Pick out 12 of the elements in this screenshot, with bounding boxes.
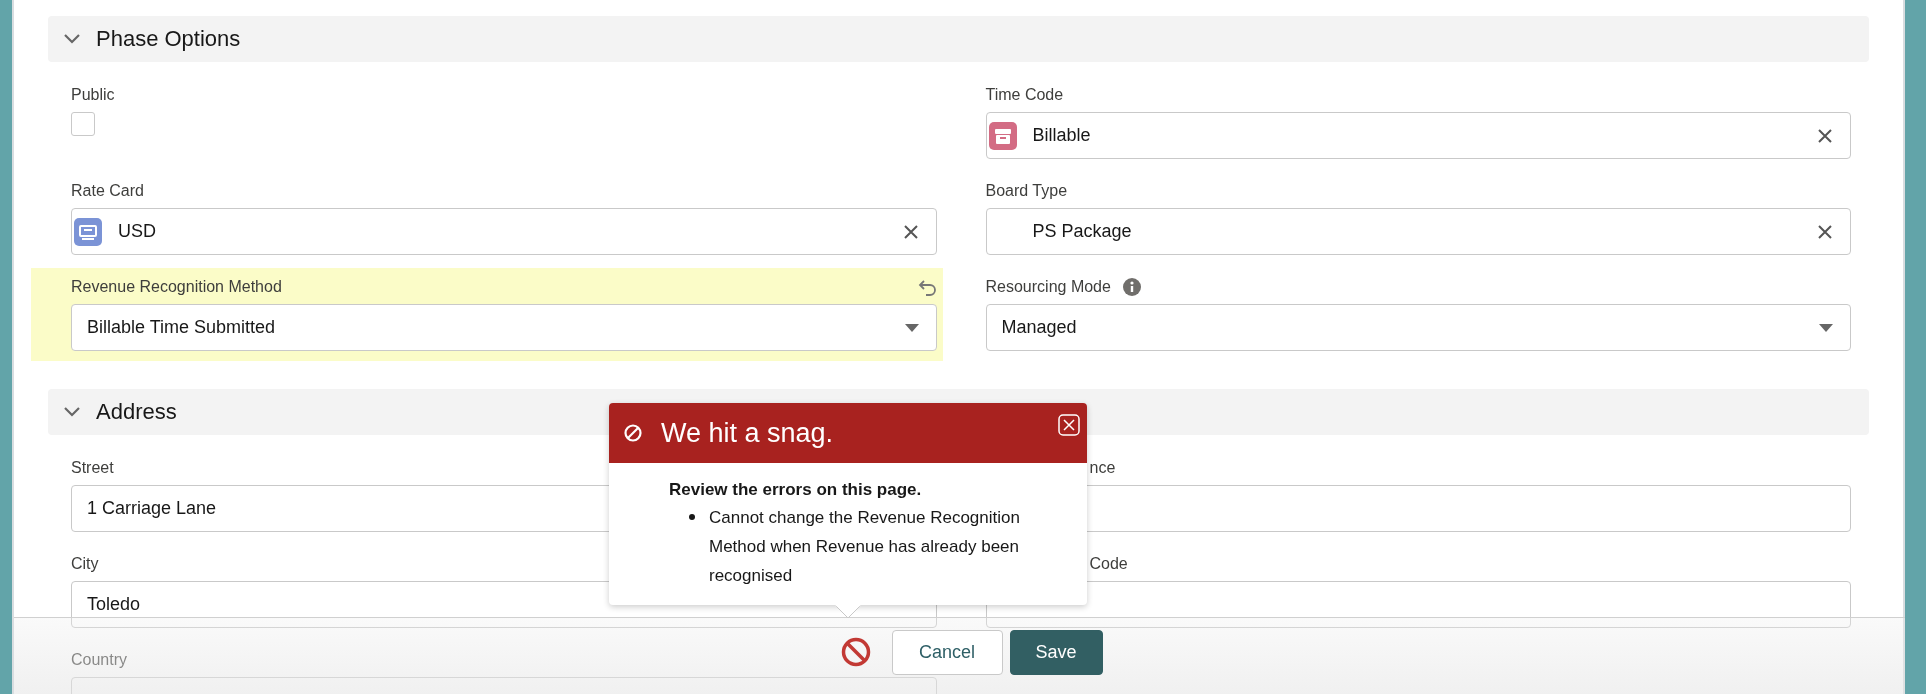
field-label: Street [71, 459, 114, 477]
field-label: Rate Card [71, 182, 144, 200]
field-label: Code [1089, 555, 1128, 573]
field-label: Public [71, 86, 115, 104]
field-label: nce [1089, 459, 1116, 477]
field-label: Country [71, 651, 128, 669]
field-label: Revenue Recognition Method [71, 278, 282, 296]
field-label: Board Type [985, 182, 1068, 200]
field-label: Time Code [985, 86, 1064, 104]
field-label: City [71, 555, 99, 573]
field-label: Resourcing Mode [985, 278, 1111, 296]
popup-title: We hit a snag. [661, 417, 834, 449]
